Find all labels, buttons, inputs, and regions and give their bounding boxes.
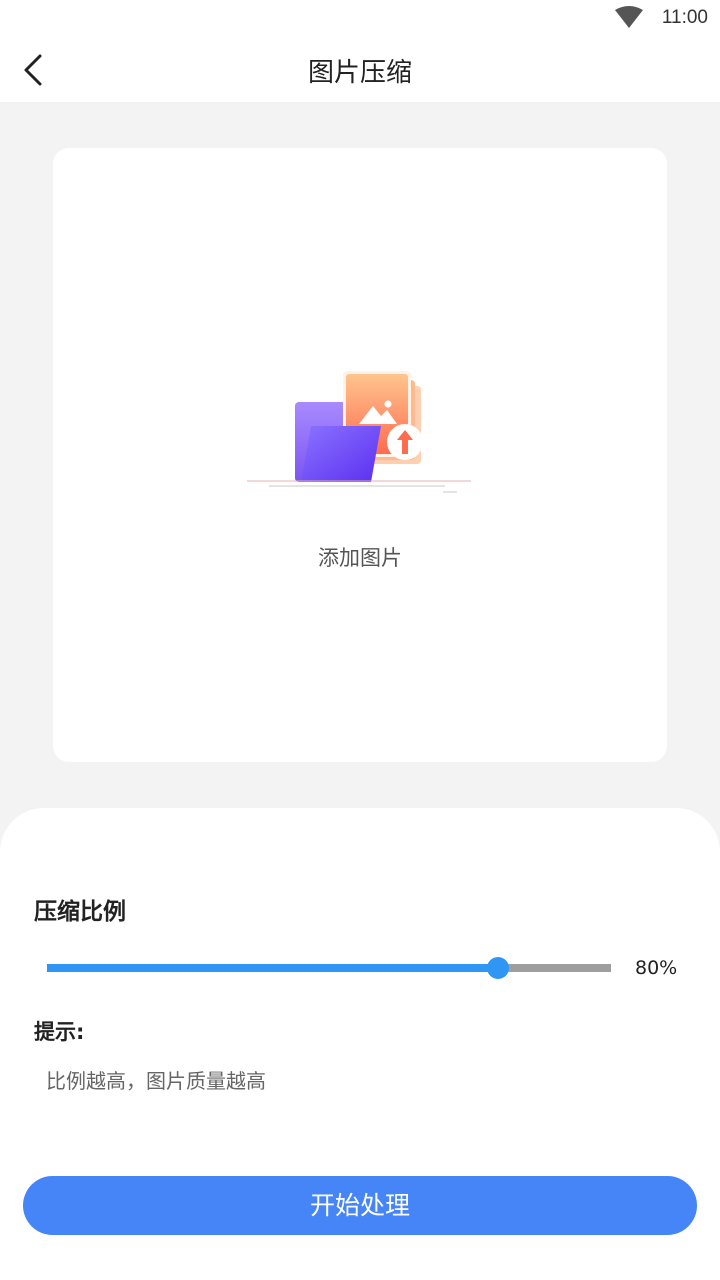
add-image-label: 添加图片 (318, 546, 402, 570)
slider-fill (47, 964, 499, 972)
add-image-area[interactable]: 添加图片 (53, 148, 667, 762)
settings-panel: 压缩比例 80% 提示: 比例越高，图片质量越高 开始处理 (0, 808, 720, 1280)
status-time: 11:00 (661, 7, 708, 28)
app-bar: 图片压缩 (0, 38, 720, 102)
tip-title: 提示: (34, 1020, 85, 1044)
wifi-icon (615, 6, 643, 28)
tip-text: 比例越高，图片质量越高 (46, 1069, 266, 1093)
start-processing-button[interactable]: 开始处理 (23, 1176, 697, 1235)
compression-ratio-title: 压缩比例 (34, 899, 126, 925)
upload-image-folder-icon (247, 371, 471, 493)
status-bar: 11:00 (0, 0, 720, 38)
slider-thumb[interactable] (487, 957, 510, 979)
compression-ratio-value: 80% (635, 957, 678, 979)
compression-ratio-slider[interactable] (47, 957, 611, 979)
page-title: 图片压缩 (307, 58, 412, 88)
